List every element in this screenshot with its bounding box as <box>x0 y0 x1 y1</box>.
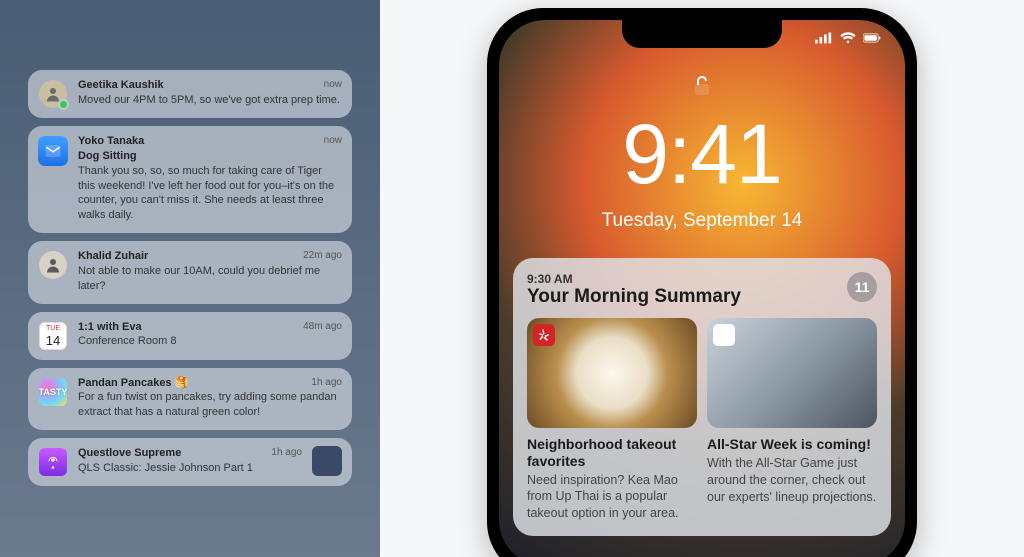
notification-timestamp: 1h ago <box>311 376 342 390</box>
tasty-app-icon: TASTY <box>38 376 68 421</box>
summary-tile-image <box>527 318 697 428</box>
notification-panel: Geetika Kaushik now Moved our 4PM to 5PM… <box>0 0 380 557</box>
avatar <box>38 78 68 108</box>
notification-item[interactable]: TUE 14 1:1 with Eva 48m ago Conference R… <box>28 312 352 360</box>
notification-timestamp: 48m ago <box>303 320 342 334</box>
mail-app-icon <box>38 134 68 223</box>
notification-item[interactable]: Khalid Zuhair 22m ago Not able to make o… <box>28 241 352 304</box>
avatar <box>38 249 68 294</box>
notification-body: Moved our 4PM to 5PM, so we've got extra… <box>78 93 342 108</box>
podcast-artwork-thumb-icon <box>312 446 342 476</box>
summary-time: 9:30 AM <box>527 272 741 286</box>
notification-timestamp: 1h ago <box>271 446 302 460</box>
notification-item[interactable]: Geetika Kaushik now Moved our 4PM to 5PM… <box>28 70 352 118</box>
summary-count-badge[interactable]: 11 <box>847 272 877 302</box>
lock-screen-date: Tuesday, September 14 <box>499 210 905 232</box>
notification-timestamp: now <box>324 134 342 148</box>
notification-sender: Khalid Zuhair <box>78 249 148 264</box>
summary-tile[interactable]: Neighborhood takeout favorites Need insp… <box>527 318 697 522</box>
yelp-app-badge-icon <box>533 324 555 346</box>
notch <box>622 20 782 48</box>
notification-sender: Pandan Pancakes 🥞 <box>78 376 188 391</box>
notification-sender: Questlove Supreme <box>78 446 181 461</box>
summary-title: Your Morning Summary <box>527 286 741 308</box>
notification-item[interactable]: TASTY Pandan Pancakes 🥞 1h ago For a fun… <box>28 368 352 431</box>
signal-icon <box>815 32 833 47</box>
notification-subject: Dog Sitting <box>78 149 342 164</box>
summary-tile-body: With the All-Star Game just around the c… <box>707 455 877 506</box>
podcast-app-icon <box>38 446 68 476</box>
notification-body: Thank you so, so, so much for taking car… <box>78 164 342 223</box>
device-preview-panel: 9:41 Tuesday, September 14 9:30 AM Your … <box>380 0 1024 557</box>
phone-frame: 9:41 Tuesday, September 14 9:30 AM Your … <box>487 8 917 557</box>
notification-body: For a fun twist on pancakes, try adding … <box>78 390 342 420</box>
summary-tile[interactable]: E All-Star Week is coming! With the All-… <box>707 318 877 522</box>
notification-body: QLS Classic: Jessie Johnson Part 1 <box>78 461 302 476</box>
summary-tile-body: Need inspiration? Kea Mao from Up Thai i… <box>527 472 697 523</box>
calendar-app-icon: TUE 14 <box>38 320 68 350</box>
notification-item[interactable]: Yoko Tanaka now Dog Sitting Thank you so… <box>28 126 352 233</box>
notification-sender: Geetika Kaushik <box>78 78 164 93</box>
summary-tile-headline: All-Star Week is coming! <box>707 436 877 453</box>
presence-dot-icon <box>58 99 69 110</box>
summary-tile-headline: Neighborhood takeout favorites <box>527 436 697 470</box>
notification-sender: Yoko Tanaka <box>78 134 144 149</box>
status-bar <box>815 32 881 47</box>
notification-item[interactable]: Questlove Supreme 1h ago QLS Classic: Je… <box>28 438 352 486</box>
lock-icon <box>499 74 905 103</box>
calendar-day-number: 14 <box>46 334 60 347</box>
notification-body: Not able to make our 10AM, could you deb… <box>78 264 342 294</box>
notification-body: Conference Room 8 <box>78 334 342 349</box>
notification-timestamp: now <box>324 78 342 92</box>
lock-screen[interactable]: 9:41 Tuesday, September 14 9:30 AM Your … <box>499 20 905 557</box>
notification-sender: 1:1 with Eva <box>78 320 142 335</box>
notification-timestamp: 22m ago <box>303 249 342 263</box>
wifi-icon <box>839 32 857 47</box>
morning-summary-card[interactable]: 9:30 AM Your Morning Summary 11 Neighbor… <box>513 258 891 536</box>
battery-icon <box>863 32 881 47</box>
summary-tile-image: E <box>707 318 877 428</box>
espn-app-badge-icon: E <box>713 324 735 346</box>
lock-screen-time: 9:41 <box>499 106 905 203</box>
